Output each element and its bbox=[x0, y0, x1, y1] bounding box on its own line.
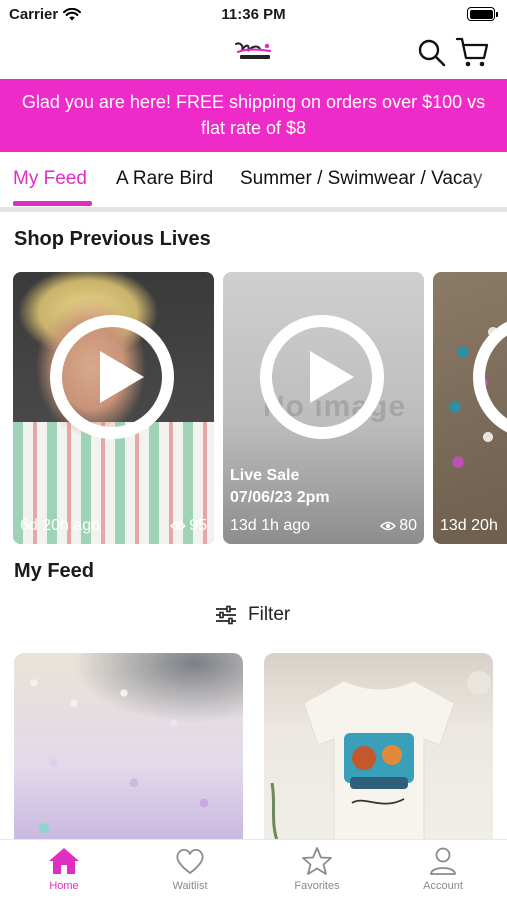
promo-text: Glad you are here! FREE shipping on orde… bbox=[21, 92, 486, 138]
promo-banner: Glad you are here! FREE shipping on orde… bbox=[0, 79, 507, 152]
live-card[interactable]: 6d 20h ago 95 bbox=[13, 272, 214, 544]
nav-waitlist[interactable]: Waitlist bbox=[140, 846, 240, 892]
eye-icon bbox=[380, 521, 397, 531]
nav-favorites-label: Favorites bbox=[294, 880, 340, 892]
tshirt-graphic-icon bbox=[270, 671, 491, 843]
person-icon bbox=[430, 847, 456, 875]
feed-item[interactable] bbox=[14, 653, 243, 843]
live-time-ago: 6d 20h ago bbox=[20, 517, 101, 534]
nav-account[interactable]: Account bbox=[393, 846, 493, 892]
filter-label: Filter bbox=[248, 604, 291, 625]
feed-item-image bbox=[14, 653, 243, 843]
live-views: 80 bbox=[380, 517, 417, 535]
live-title-line1: Live Sale bbox=[230, 467, 300, 484]
nav-home-label: Home bbox=[49, 880, 79, 892]
filter-sliders-icon bbox=[216, 605, 236, 625]
eye-icon bbox=[170, 521, 187, 531]
live-views-count: 95 bbox=[189, 517, 207, 534]
battery-icon bbox=[467, 7, 498, 21]
star-icon bbox=[302, 847, 332, 875]
feed-item[interactable] bbox=[264, 653, 493, 843]
search-icon[interactable] bbox=[417, 38, 447, 68]
nav-waitlist-label: Waitlist bbox=[172, 880, 208, 892]
live-time-ago: 13d 1h ago bbox=[230, 517, 311, 534]
tab-my-feed[interactable]: My Feed bbox=[13, 168, 87, 190]
filter-button[interactable]: Filter bbox=[214, 604, 290, 626]
category-tabs: My Feed A Rare Bird Summer / Swimwear / … bbox=[0, 152, 507, 208]
feed-section-title: My Feed bbox=[14, 560, 95, 582]
lives-section-title: Shop Previous Lives bbox=[14, 228, 211, 250]
live-views-count: 80 bbox=[399, 517, 417, 534]
bottom-nav: Home Waitlist Favorites Account bbox=[0, 839, 507, 900]
tabs-fade bbox=[467, 152, 507, 204]
live-title: Live Sale 07/06/23 2pm bbox=[230, 465, 330, 509]
play-icon[interactable] bbox=[50, 315, 174, 439]
live-views: 95 bbox=[170, 517, 207, 535]
tabs-divider bbox=[0, 207, 507, 212]
home-icon bbox=[49, 848, 79, 874]
live-time-ago: 13d 20h bbox=[440, 517, 498, 534]
clock: 11:36 PM bbox=[221, 6, 286, 23]
brand-logo[interactable] bbox=[232, 40, 274, 62]
play-icon[interactable] bbox=[260, 315, 384, 439]
status-bar: Carrier 11:36 PM bbox=[0, 0, 507, 30]
live-card[interactable]: No image Live Sale 07/06/23 2pm 13d 1h a… bbox=[223, 272, 424, 544]
nav-account-label: Account bbox=[423, 880, 463, 892]
app-header bbox=[0, 30, 507, 78]
nav-favorites[interactable]: Favorites bbox=[267, 846, 367, 892]
live-card[interactable]: 13d 20h bbox=[433, 272, 507, 544]
feed-item-image bbox=[264, 653, 493, 843]
heart-icon bbox=[176, 848, 204, 874]
active-tab-indicator bbox=[13, 201, 92, 206]
live-title-line2: 07/06/23 2pm bbox=[230, 489, 330, 506]
tab-summer-swimwear[interactable]: Summer / Swimwear / Vacay bbox=[240, 168, 482, 190]
tab-a-rare-bird[interactable]: A Rare Bird bbox=[116, 168, 213, 190]
nav-home[interactable]: Home bbox=[14, 846, 114, 892]
cart-icon[interactable] bbox=[455, 36, 489, 68]
